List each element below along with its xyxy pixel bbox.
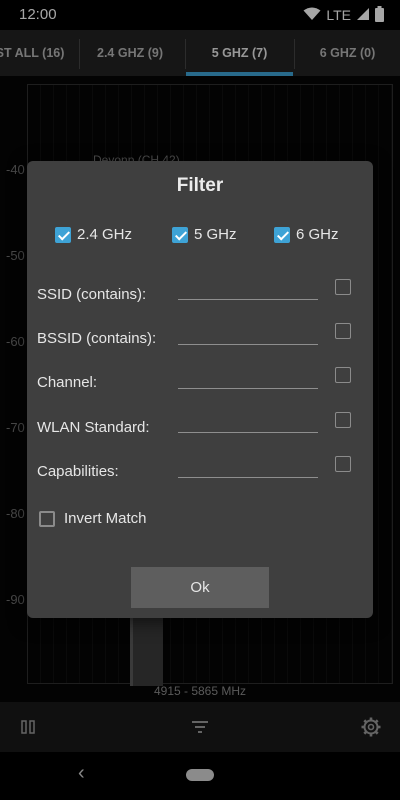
band-label: 2.4 GHz bbox=[77, 226, 133, 243]
wlan-standard-checkbox[interactable] bbox=[335, 412, 351, 428]
checkbox-checked-icon[interactable] bbox=[274, 226, 290, 243]
band-checkbox-5-ghz[interactable]: 5 GHz bbox=[172, 226, 237, 243]
wlan-standard-input[interactable] bbox=[178, 412, 318, 433]
capabilities-checkbox[interactable] bbox=[335, 456, 351, 472]
invert-match-checkbox[interactable]: Invert Match bbox=[39, 510, 147, 527]
band-label: 6 GHz bbox=[296, 226, 339, 243]
filter-dialog: Filter 2.4 GHz 5 GHz 6 GHz SSID (contain… bbox=[27, 161, 373, 618]
channel-checkbox[interactable] bbox=[335, 367, 351, 383]
bssid-label: BSSID (contains): bbox=[37, 330, 157, 347]
channel-input[interactable] bbox=[178, 368, 318, 389]
wlan-standard-label: WLAN Standard: bbox=[37, 419, 150, 436]
checkbox-checked-icon[interactable] bbox=[172, 226, 188, 243]
capabilities-input[interactable] bbox=[178, 457, 318, 478]
band-checkbox-2-4-ghz[interactable]: 2.4 GHz bbox=[55, 226, 132, 243]
bssid-input[interactable] bbox=[178, 324, 318, 345]
ssid-input[interactable] bbox=[178, 279, 318, 300]
capabilities-label: Capabilities: bbox=[37, 463, 119, 480]
ssid-checkbox[interactable] bbox=[335, 279, 351, 295]
checkbox-checked-icon[interactable] bbox=[55, 226, 71, 243]
dialog-title: Filter bbox=[176, 175, 224, 196]
ssid-label: SSID (contains): bbox=[37, 286, 147, 303]
checkbox-unchecked-icon[interactable] bbox=[39, 510, 55, 527]
invert-match-label: Invert Match bbox=[64, 510, 147, 527]
ok-button[interactable]: Ok bbox=[131, 567, 269, 608]
bssid-checkbox[interactable] bbox=[335, 323, 351, 339]
channel-label: Channel: bbox=[37, 374, 98, 391]
band-label: 5 GHz bbox=[194, 226, 237, 243]
band-checkbox-6-ghz[interactable]: 6 GHz bbox=[274, 226, 339, 243]
